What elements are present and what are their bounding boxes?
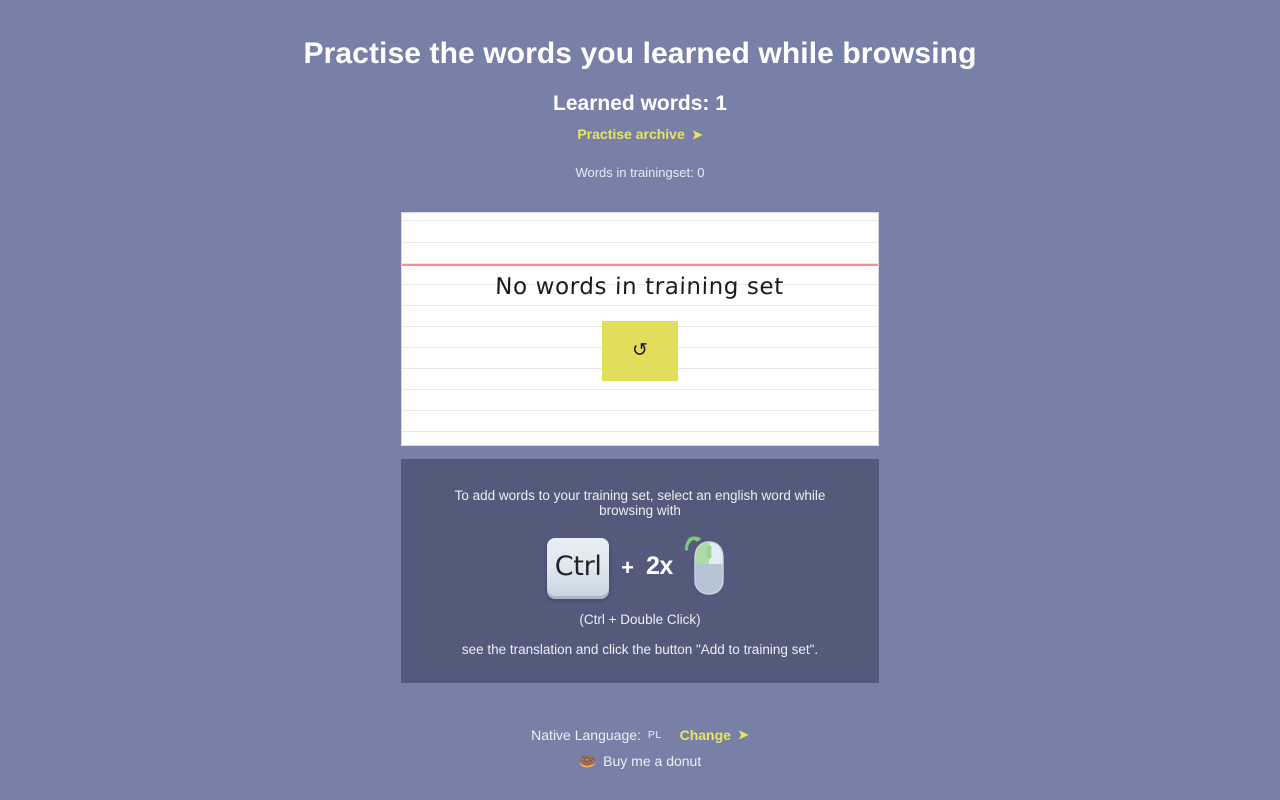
practise-archive-label: Practise archive (577, 126, 685, 142)
shortcut-illustration: Ctrl + 2x (547, 536, 733, 598)
notebook-content: No words in training set ↺ (402, 213, 878, 445)
buy-me-a-donut-label: Buy me a donut (603, 752, 702, 769)
arrow-right-icon: ➤ (691, 126, 703, 142)
instructions-panel: To add words to your training set, selec… (401, 459, 879, 683)
donut-icon: 🍩 (578, 752, 597, 769)
change-language-link[interactable]: Change ➤ (680, 727, 749, 743)
multiplier-label: 2x (646, 552, 673, 581)
instructions-line-3: see the translation and click the button… (461, 641, 819, 657)
refresh-icon: ↺ (632, 339, 648, 361)
native-language-row: Native Language: PL Change ➤ (531, 727, 749, 743)
app-root: Practise the words you learned while bro… (0, 0, 1280, 800)
instructions-line-2: (Ctrl + Double Click) (579, 611, 701, 627)
refresh-button[interactable]: ↺ (602, 321, 678, 381)
instructions-line-1: To add words to your training set, selec… (454, 488, 826, 518)
trainingset-count: Words in trainingset: 0 (575, 165, 705, 180)
practise-archive-link[interactable]: Practise archive ➤ (577, 116, 702, 142)
footer: Native Language: PL Change ➤ 🍩 Buy me a … (531, 727, 749, 769)
native-language-value: PL (647, 728, 662, 741)
learned-words-count: Learned words: 1 (553, 92, 727, 115)
change-language-label: Change (679, 726, 731, 743)
ctrl-key-icon: Ctrl (547, 537, 610, 596)
mouse-double-click-icon (684, 536, 724, 595)
empty-training-set-message: No words in training set (494, 274, 784, 300)
notebook-card: No words in training set ↺ (401, 212, 879, 446)
plus-sign: + (621, 554, 635, 580)
native-language-label: Native Language: (531, 726, 641, 743)
arrow-right-icon: ➤ (737, 727, 749, 743)
page-title: Practise the words you learned while bro… (303, 37, 977, 70)
buy-me-a-donut-link[interactable]: 🍩 Buy me a donut (579, 753, 702, 769)
